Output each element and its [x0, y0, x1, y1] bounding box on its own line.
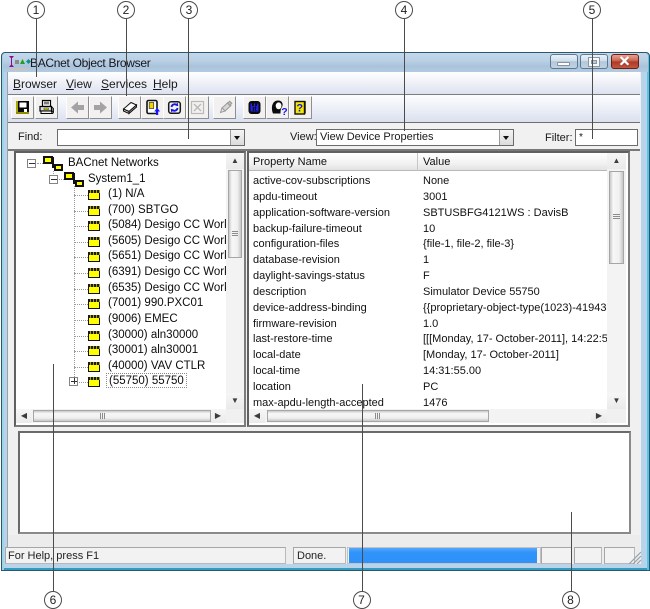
- svg-text:?: ?: [281, 106, 287, 116]
- svg-text:?: ?: [296, 103, 303, 115]
- svg-text:it: it: [252, 104, 257, 113]
